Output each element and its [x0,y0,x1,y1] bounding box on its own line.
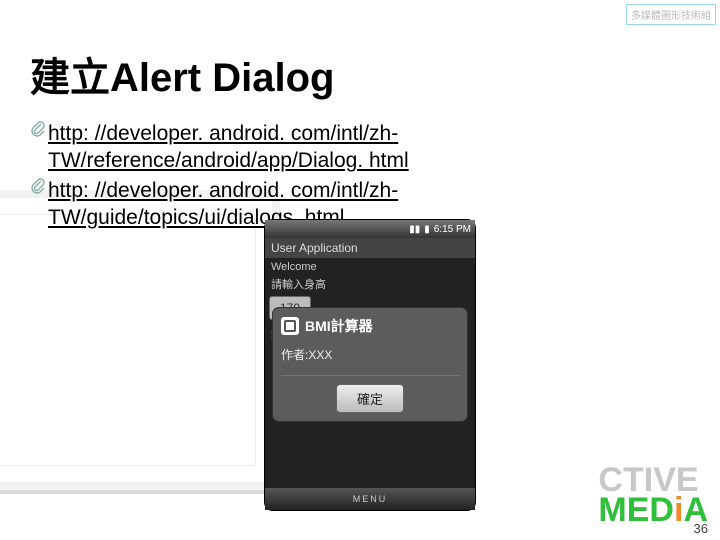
footer-logo: CTIVE MEDiA [598,465,708,526]
link-item-1: http: //developer. android. com/intl/zh-… [30,120,630,175]
status-time: 6:15 PM [434,224,471,235]
link-2-line1[interactable]: http: //developer. android. com/intl/zh- [48,179,398,202]
battery-icon: ▮ [424,224,430,235]
corner-tag: 多媒體圖形技術組 [626,4,716,25]
page-number: 36 [694,521,708,536]
paperclip-icon [30,120,48,138]
phone-mockup: ▮▮ ▮ 6:15 PM User Application Welcome 請輸… [265,220,475,510]
phone-status-bar: ▮▮ ▮ 6:15 PM [265,220,475,238]
signal-icon: ▮▮ [409,224,420,235]
dialog-ok-button[interactable]: 確定 [336,384,404,413]
link-text-1[interactable]: http: //developer. android. com/intl/zh-… [48,120,630,175]
dialog-title: BMI計算器 [305,316,373,336]
link-1-line1[interactable]: http: //developer. android. com/intl/zh- [48,122,398,145]
dialog-app-icon [281,317,299,335]
phone-nav-bar: MENU [265,488,475,510]
logo-line2-pre: MED [598,491,674,529]
height-label: 請輸入身高 [271,276,469,292]
dialog-body-text: 作者:XXX [281,346,459,363]
slide-title: 建立Alert Dialog [30,45,334,103]
menu-label: MENU [353,494,388,504]
link-1-line2[interactable]: TW/reference/android/app/Dialog. html [48,149,409,172]
slide: 多媒體圖形技術組 建立Alert Dialog http: //develope… [0,0,720,540]
background-monitor-graphic [0,190,280,490]
links-block: http: //developer. android. com/intl/zh-… [30,120,630,233]
app-header: User Application [265,238,475,258]
paperclip-icon [30,177,48,195]
welcome-label: Welcome [271,261,469,273]
phone-screen: User Application Welcome 請輸入身高 170 請輸入體重… [265,238,475,488]
alert-dialog: BMI計算器 作者:XXX 確定 [273,308,467,421]
